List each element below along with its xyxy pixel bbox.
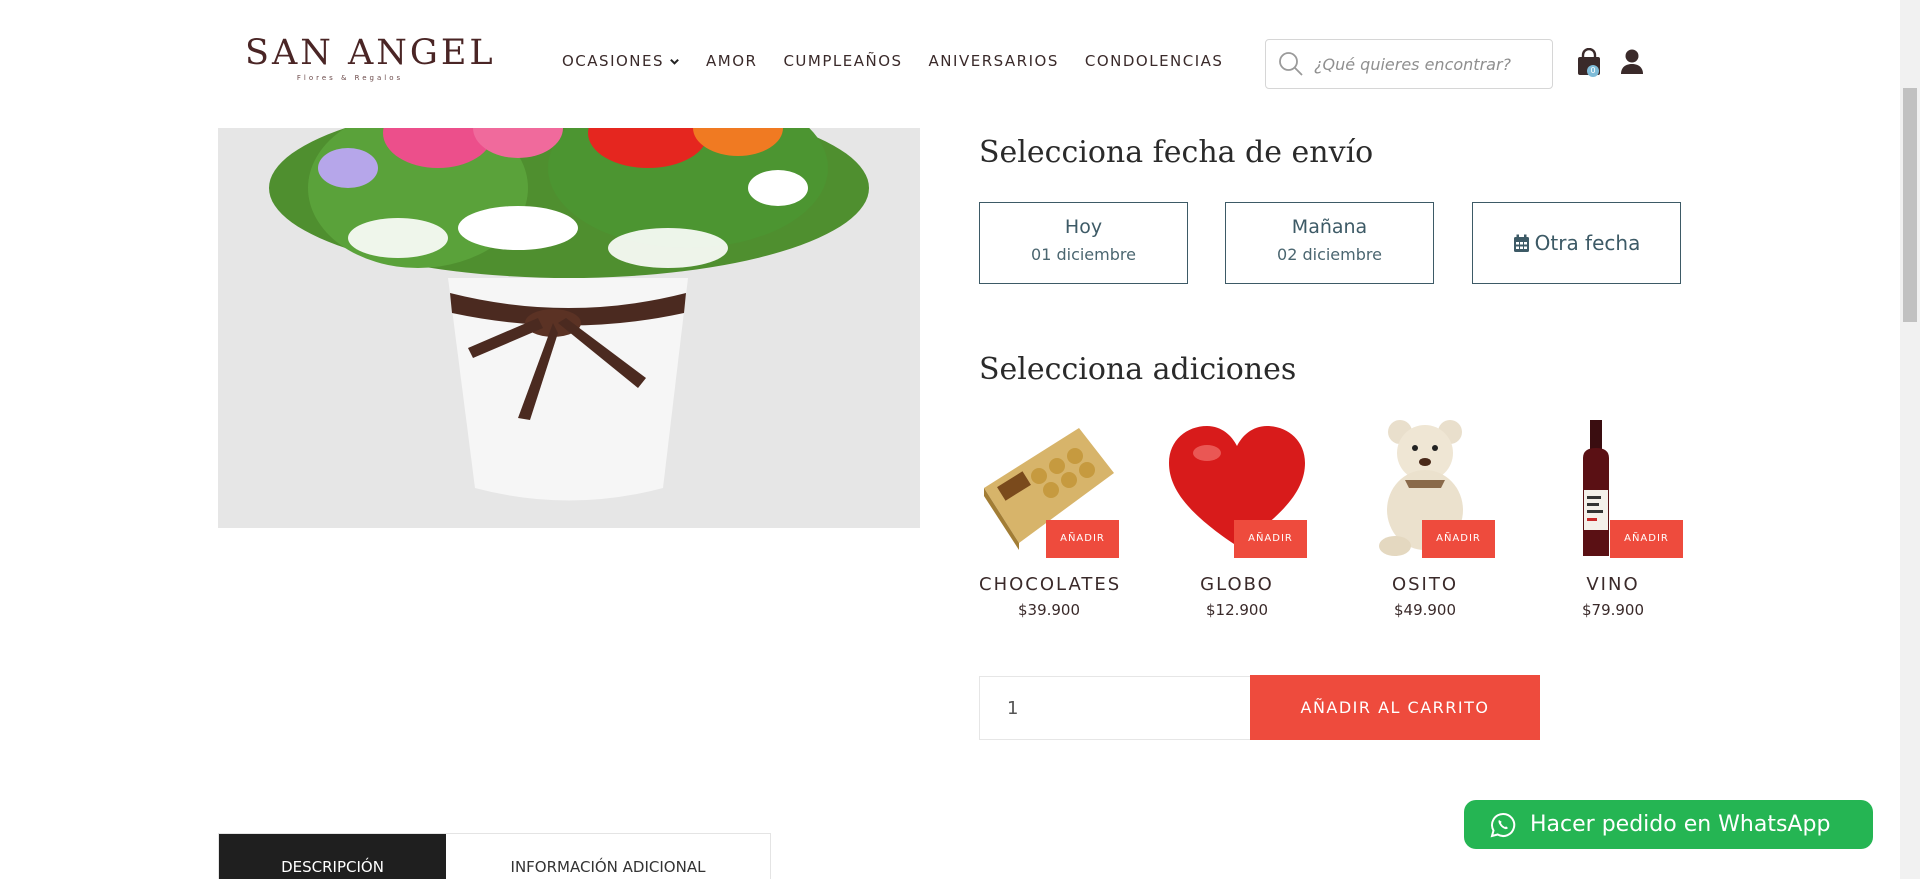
nav-item-label: AMOR bbox=[706, 52, 758, 70]
nav-item-aniversarios[interactable]: ANIVERSARIOS bbox=[929, 52, 1059, 70]
tab-description[interactable]: DESCRIPCIÓN bbox=[219, 834, 446, 879]
addons-heading: Selecciona adiciones bbox=[979, 352, 1297, 387]
addon-osito: AÑADIR OSITO $49.900 bbox=[1355, 418, 1495, 619]
site-header: SAN ANGEL Flores & Regalos OCASIONES AMO… bbox=[0, 0, 1900, 128]
nav-item-cumpleanos[interactable]: CUMPLEAÑOS bbox=[783, 52, 902, 70]
add-addon-button[interactable]: AÑADIR bbox=[1422, 520, 1495, 558]
scrollbar-thumb[interactable] bbox=[1903, 88, 1917, 322]
search-box bbox=[1265, 39, 1553, 89]
addon-price: $39.900 bbox=[1017, 601, 1081, 619]
addon-name: VINO bbox=[1586, 574, 1640, 595]
date-option-title: Mañana bbox=[1291, 216, 1368, 238]
tab-additional-info[interactable]: INFORMACIÓN ADICIONAL bbox=[446, 834, 770, 879]
chevron-down-icon bbox=[670, 58, 679, 65]
shipping-date-heading: Selecciona fecha de envío bbox=[979, 135, 1374, 170]
whatsapp-label: Hacer pedido en WhatsApp bbox=[1530, 812, 1831, 837]
nav-item-label: CONDOLENCIAS bbox=[1084, 52, 1224, 70]
nav-item-label: CUMPLEAÑOS bbox=[783, 52, 903, 70]
addon-vino: AÑADIR VINO $79.900 bbox=[1543, 418, 1683, 619]
product-image bbox=[218, 128, 920, 528]
addon-image: AÑADIR bbox=[1355, 418, 1495, 558]
date-option-date: 01 diciembre bbox=[1031, 245, 1136, 264]
addon-name: GLOBO bbox=[1200, 574, 1274, 595]
addon-price: $79.900 bbox=[1581, 601, 1645, 619]
flower-arrangement-illustration bbox=[218, 128, 920, 528]
search-input[interactable] bbox=[1314, 54, 1534, 74]
logo-text: SAN ANGEL bbox=[245, 33, 496, 73]
addon-image: AÑADIR bbox=[1543, 418, 1683, 558]
account-button[interactable] bbox=[1620, 48, 1644, 76]
addon-chocolates: AÑADIR CHOCOLATES $39.900 bbox=[979, 418, 1119, 619]
nav-item-ocasiones[interactable]: OCASIONES bbox=[562, 52, 680, 70]
main-nav: OCASIONES AMOR CUMPLEAÑOS ANIVERSARIOS C… bbox=[562, 52, 1223, 70]
addon-image: AÑADIR bbox=[1167, 418, 1307, 558]
date-option-date: 02 diciembre bbox=[1277, 245, 1382, 264]
user-icon bbox=[1621, 49, 1643, 74]
logo-tagline: Flores & Regalos bbox=[296, 74, 404, 82]
quantity-input[interactable] bbox=[979, 676, 1251, 740]
search-icon bbox=[1279, 52, 1303, 76]
date-option-tomorrow[interactable]: Mañana 02 diciembre bbox=[1225, 202, 1434, 284]
date-option-other[interactable]: Otra fecha bbox=[1472, 202, 1681, 284]
nav-item-label: ANIVERSARIOS bbox=[928, 52, 1059, 70]
nav-item-condolencias[interactable]: CONDOLENCIAS bbox=[1085, 52, 1224, 70]
add-addon-button[interactable]: AÑADIR bbox=[1610, 520, 1683, 558]
addon-name: OSITO bbox=[1391, 574, 1459, 595]
date-option-other-content: Otra fecha bbox=[1473, 231, 1680, 255]
date-option-title: Otra fecha bbox=[1534, 231, 1641, 255]
date-option-today[interactable]: Hoy 01 diciembre bbox=[979, 202, 1188, 284]
add-addon-button[interactable]: AÑADIR bbox=[1234, 520, 1307, 558]
nav-item-amor[interactable]: AMOR bbox=[706, 52, 757, 70]
whatsapp-order-button[interactable]: Hacer pedido en WhatsApp bbox=[1464, 800, 1873, 849]
cart-count-badge: 0 bbox=[1587, 65, 1599, 77]
date-option-title: Hoy bbox=[1064, 216, 1103, 238]
addon-image: AÑADIR bbox=[979, 418, 1119, 558]
addon-price: $49.900 bbox=[1393, 601, 1457, 619]
addon-price: $12.900 bbox=[1205, 601, 1269, 619]
add-to-cart-button[interactable]: AÑADIR AL CARRITO bbox=[1250, 675, 1540, 740]
logo[interactable]: SAN ANGEL Flores & Regalos bbox=[245, 33, 496, 82]
add-addon-button[interactable]: AÑADIR bbox=[1046, 520, 1119, 558]
whatsapp-icon bbox=[1490, 812, 1516, 837]
cart-button[interactable]: 0 bbox=[1576, 47, 1602, 78]
addon-globo: AÑADIR GLOBO $12.900 bbox=[1167, 418, 1307, 619]
addon-name: CHOCOLATES bbox=[979, 574, 1122, 595]
nav-item-label: OCASIONES bbox=[562, 52, 665, 70]
product-tabs: DESCRIPCIÓN INFORMACIÓN ADICIONAL bbox=[218, 833, 771, 879]
calendar-icon bbox=[1513, 234, 1529, 252]
